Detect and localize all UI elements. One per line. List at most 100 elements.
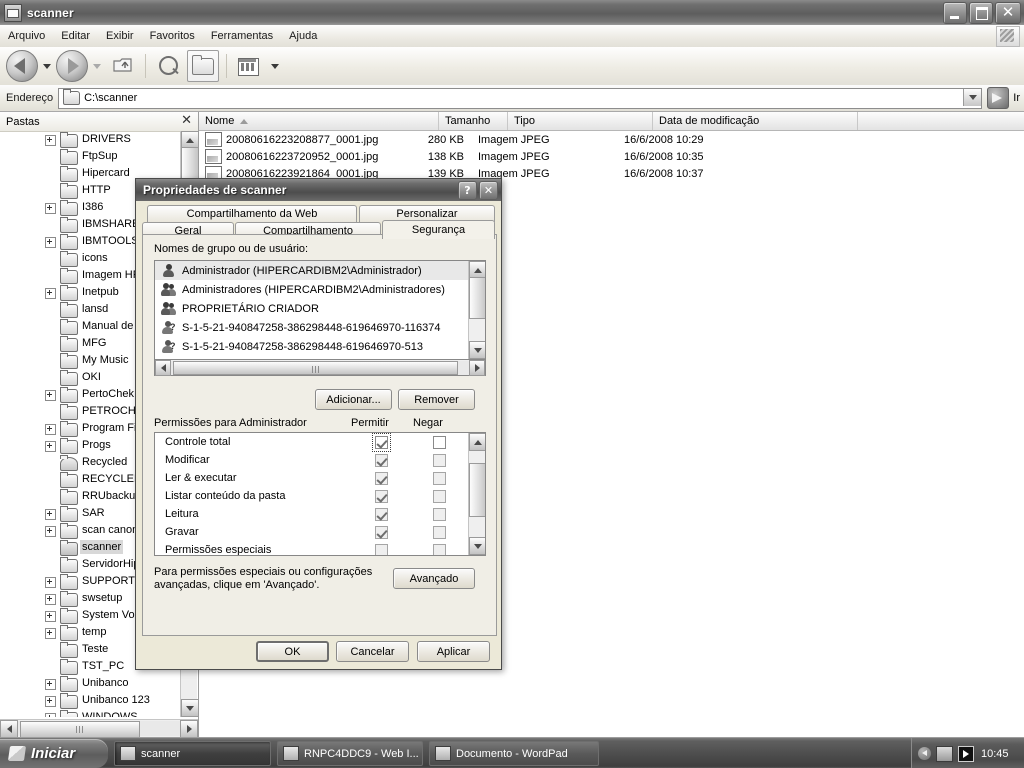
users-hscrollbar[interactable] xyxy=(154,359,486,376)
maximize-button[interactable] xyxy=(969,2,993,24)
users-scrollbar[interactable] xyxy=(468,261,485,359)
hscroll-thumb[interactable] xyxy=(173,360,458,375)
search-button[interactable] xyxy=(153,51,183,81)
expand-icon[interactable] xyxy=(45,390,56,401)
deny-checkbox[interactable] xyxy=(432,453,446,467)
tree-item[interactable]: Unibanco 123 xyxy=(0,692,181,709)
deny-checkbox[interactable] xyxy=(432,435,446,449)
dialog-close-button[interactable]: ✕ xyxy=(479,181,498,200)
expand-icon[interactable] xyxy=(45,509,56,520)
taskbar-task[interactable]: RNPC4DDC9 - Web I... xyxy=(277,741,423,766)
expand-icon[interactable] xyxy=(45,424,56,435)
close-icon[interactable]: ✕ xyxy=(181,114,192,128)
menu-editar[interactable]: Editar xyxy=(53,28,98,44)
scroll-down-button[interactable] xyxy=(181,699,199,717)
taskbar-task[interactable]: scanner xyxy=(114,741,271,766)
media-play-icon[interactable] xyxy=(958,745,974,762)
list-item[interactable]: Administrador (HIPERCARDIBM2\Administrad… xyxy=(155,261,468,280)
expand-icon[interactable] xyxy=(45,713,56,717)
expand-icon[interactable] xyxy=(45,611,56,622)
start-button[interactable]: Iniciar xyxy=(0,739,108,768)
permission-row[interactable]: Controle total xyxy=(155,433,468,452)
hscroll-thumb[interactable] xyxy=(20,721,140,738)
scroll-down-button[interactable] xyxy=(469,537,485,555)
deny-checkbox[interactable] xyxy=(432,543,446,555)
scroll-right-button[interactable] xyxy=(180,719,198,738)
permission-row[interactable]: Modificar xyxy=(155,451,468,469)
hscroll-track[interactable] xyxy=(171,360,469,375)
help-button[interactable]: ? xyxy=(458,181,477,200)
forward-dropdown-icon[interactable] xyxy=(93,63,101,69)
ok-button[interactable]: OK xyxy=(256,641,329,662)
dialog-titlebar[interactable]: Propriedades de scanner ? ✕ xyxy=(136,179,501,201)
back-button[interactable] xyxy=(6,50,38,82)
scroll-left-button[interactable] xyxy=(155,359,171,376)
allow-checkbox[interactable] xyxy=(374,489,388,503)
tree-item[interactable]: FtpSup xyxy=(0,148,181,165)
table-row[interactable]: 20080616223208877_0001.jpg 280 KB Imagem J… xyxy=(199,131,1024,148)
expand-icon[interactable] xyxy=(45,679,56,690)
close-button[interactable]: ✕ xyxy=(995,2,1021,24)
expand-icon[interactable] xyxy=(45,526,56,537)
back-dropdown-icon[interactable] xyxy=(43,63,51,69)
allow-checkbox[interactable] xyxy=(374,471,388,485)
address-input[interactable]: C:\scanner xyxy=(58,87,983,109)
up-button[interactable] xyxy=(108,51,138,81)
hscroll-track[interactable] xyxy=(18,721,180,738)
allow-checkbox[interactable] xyxy=(374,453,388,467)
folders-button[interactable] xyxy=(187,50,219,82)
permission-row[interactable]: Permissões especiais xyxy=(155,541,468,555)
allow-checkbox[interactable] xyxy=(374,507,388,521)
advanced-button[interactable]: Avançado xyxy=(393,568,475,589)
apply-button[interactable]: Aplicar xyxy=(417,641,490,662)
table-row[interactable]: 20080616223720952_0001.jpg 138 KB Imagem J… xyxy=(199,148,1024,165)
permission-row[interactable]: Listar conteúdo da pasta xyxy=(155,487,468,505)
menu-ajuda[interactable]: Ajuda xyxy=(281,28,325,44)
permissions-listbox[interactable]: Controle total Modificar Ler & executar Lis… xyxy=(154,432,486,556)
window-titlebar[interactable]: scanner ✕ xyxy=(0,0,1024,25)
column-header-data[interactable]: Data de modificação xyxy=(653,112,858,130)
remove-button[interactable]: Remover xyxy=(398,389,475,410)
expand-icon[interactable] xyxy=(45,577,56,588)
permission-row[interactable]: Ler & executar xyxy=(155,469,468,487)
permissions-scrollbar[interactable] xyxy=(468,433,485,555)
tab-compartilhamento-da-web[interactable]: Compartilhamento da Web xyxy=(147,205,357,222)
forward-button[interactable] xyxy=(56,50,88,82)
add-button[interactable]: Adicionar... xyxy=(315,389,392,410)
clock[interactable]: 10:45 xyxy=(981,748,1009,760)
scroll-thumb[interactable] xyxy=(469,277,485,319)
folder-tree-hscrollbar[interactable] xyxy=(0,719,198,738)
expand-icon[interactable] xyxy=(45,628,56,639)
cancel-button[interactable]: Cancelar xyxy=(336,641,409,662)
tab-seguranca[interactable]: Segurança xyxy=(382,220,495,239)
column-header-tamanho[interactable]: Tamanho xyxy=(439,112,508,130)
column-header-nome[interactable]: Nome xyxy=(199,112,439,130)
expand-icon[interactable] xyxy=(45,696,56,707)
deny-checkbox[interactable] xyxy=(432,525,446,539)
users-listbox[interactable]: Administrador (HIPERCARDIBM2\Administrad… xyxy=(154,260,486,360)
permission-row[interactable]: Gravar xyxy=(155,523,468,541)
permission-row[interactable]: Leitura xyxy=(155,505,468,523)
expand-icon[interactable] xyxy=(45,594,56,605)
allow-checkbox[interactable] xyxy=(374,525,388,539)
tree-item[interactable]: WINDOWS xyxy=(0,709,181,717)
list-item[interactable]: S-1-5-21-940847258-386298448-619646970-1… xyxy=(155,318,468,337)
deny-checkbox[interactable] xyxy=(432,507,446,521)
menu-favoritos[interactable]: Favoritos xyxy=(142,28,203,44)
menu-exibir[interactable]: Exibir xyxy=(98,28,142,44)
list-item[interactable]: PROPRIETÁRIO CRIADOR xyxy=(155,299,468,318)
deny-checkbox[interactable] xyxy=(432,489,446,503)
views-button[interactable] xyxy=(234,51,264,81)
expand-icon[interactable] xyxy=(45,237,56,248)
tree-item[interactable]: DRIVERS xyxy=(0,131,181,148)
menu-ferramentas[interactable]: Ferramentas xyxy=(203,28,281,44)
views-dropdown-icon[interactable] xyxy=(271,63,279,69)
address-dropdown-button[interactable] xyxy=(963,88,982,106)
chevron-left-icon[interactable] xyxy=(918,747,931,760)
minimize-button[interactable] xyxy=(943,2,967,24)
expand-icon[interactable] xyxy=(45,203,56,214)
allow-checkbox[interactable] xyxy=(374,543,388,555)
deny-checkbox[interactable] xyxy=(432,471,446,485)
expand-icon[interactable] xyxy=(45,135,56,146)
scroll-left-button[interactable] xyxy=(0,719,18,738)
